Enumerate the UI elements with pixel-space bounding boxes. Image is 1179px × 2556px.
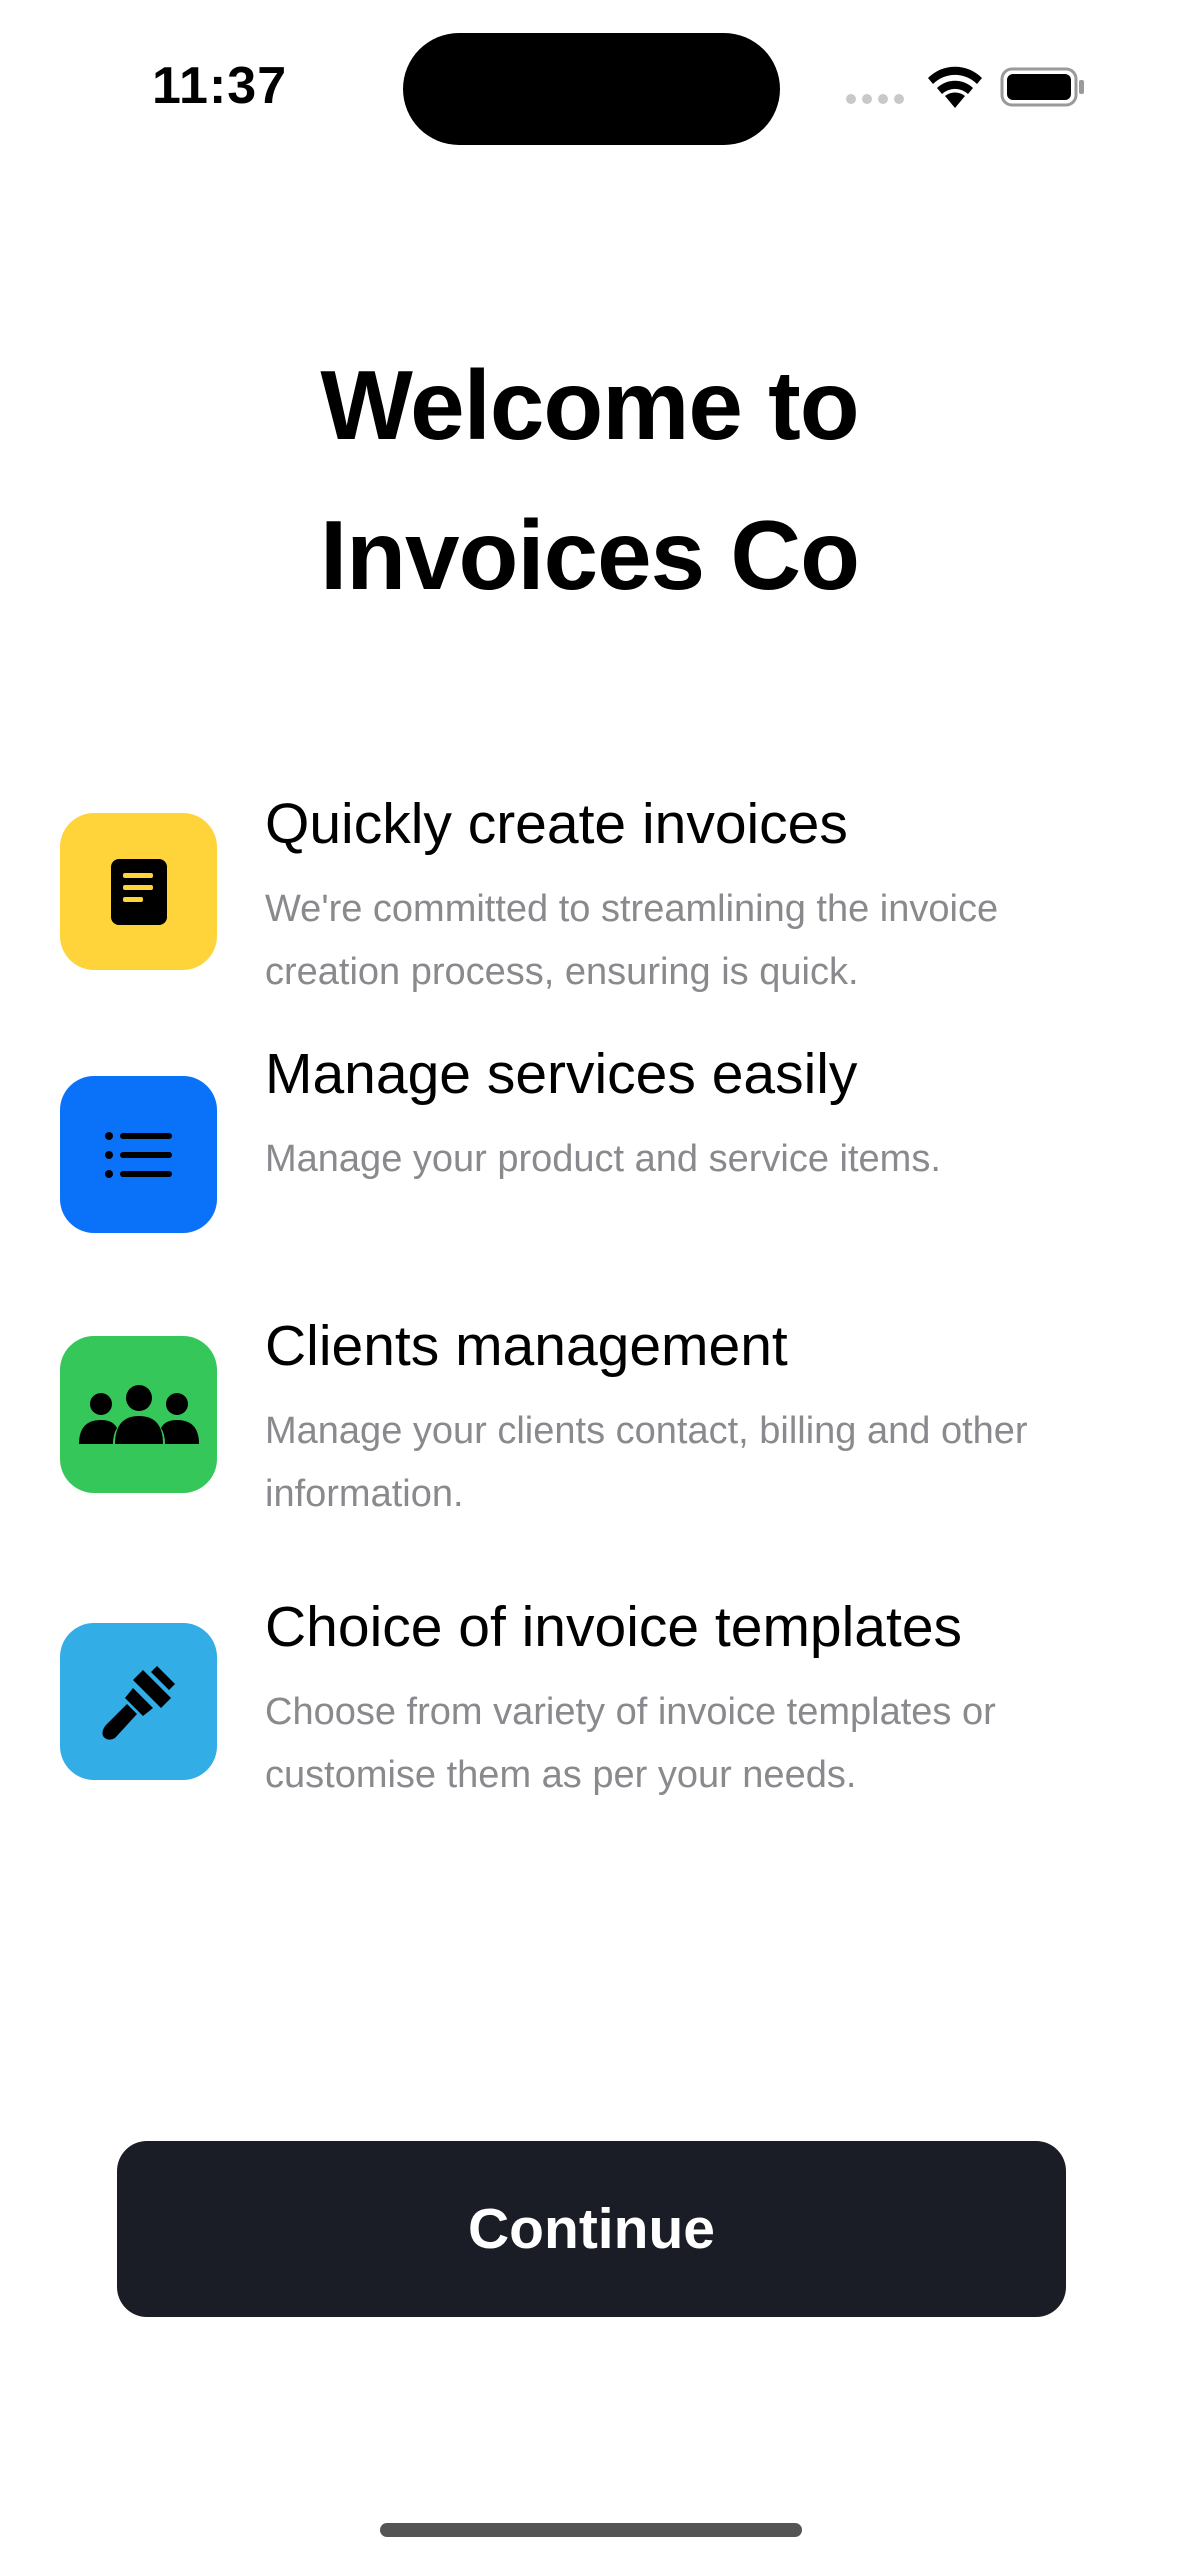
feature-description: Manage your product and service items. xyxy=(265,1138,941,1180)
list-icon xyxy=(60,1076,217,1233)
home-indicator[interactable] xyxy=(380,2523,802,2537)
feature-title: Choice of invoice templates xyxy=(265,1595,963,1659)
feature-title: Quickly create invoices xyxy=(265,792,848,856)
feature-description: Choose from variety of invoice templates… xyxy=(265,1691,996,1796)
dynamic-island xyxy=(403,33,780,145)
feature-title: Manage services easily xyxy=(265,1042,858,1106)
paintbrush-icon xyxy=(60,1623,217,1780)
feature-description: Manage your clients contact, billing and… xyxy=(265,1410,1028,1515)
status-time: 11:37 xyxy=(152,57,288,115)
people-icon xyxy=(60,1336,217,1493)
cellular-signal-icon xyxy=(846,94,904,104)
feature-title: Clients management xyxy=(265,1314,788,1378)
welcome-title: Welcome to Invoices Co xyxy=(0,330,1179,630)
continue-button[interactable]: Continue xyxy=(117,2141,1066,2317)
welcome-title-line1: Welcome to xyxy=(320,350,859,460)
wifi-icon xyxy=(928,66,982,108)
feature-description: We're committed to streamlining the invo… xyxy=(265,888,999,993)
document-icon xyxy=(60,813,217,970)
battery-icon xyxy=(1000,67,1084,107)
welcome-title-line2: Invoices Co xyxy=(319,500,860,610)
